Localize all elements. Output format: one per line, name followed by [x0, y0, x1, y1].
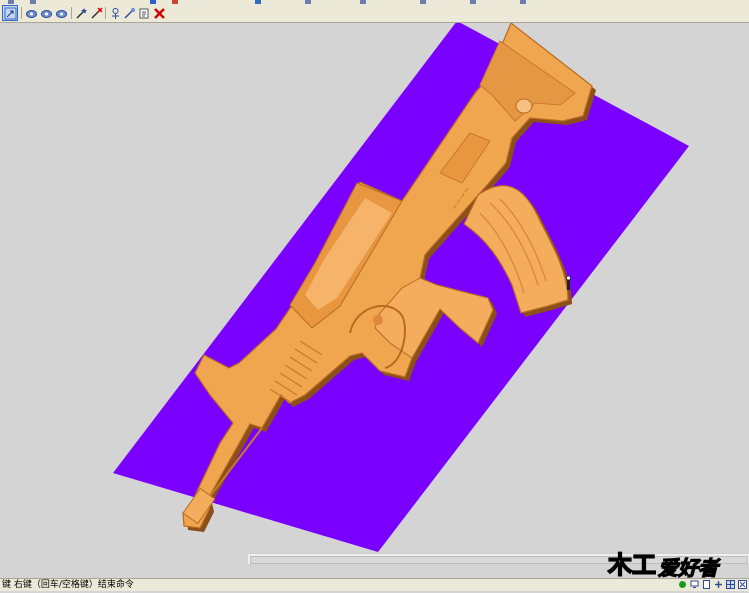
3d-viewport[interactable]: ~~~~ — [0, 23, 749, 553]
view-toolbar — [0, 5, 749, 23]
view-pan-icon[interactable] — [39, 6, 53, 20]
grid-icon[interactable] — [726, 580, 735, 589]
toolbar-tick[interactable] — [520, 0, 526, 4]
fit-icon[interactable] — [738, 580, 747, 589]
toolbar-tick[interactable] — [305, 0, 311, 4]
plus-icon[interactable] — [714, 580, 723, 589]
toolbar-tick[interactable] — [150, 0, 156, 4]
toolbar-tick[interactable] — [8, 0, 14, 4]
wand-icon[interactable] — [74, 6, 88, 20]
green-dot-icon[interactable] — [678, 580, 687, 589]
toolbar-tick[interactable] — [470, 0, 476, 4]
tool-edit-icon[interactable] — [122, 6, 136, 20]
status-message: 键 右键（回车/空格键）结束命令 — [2, 580, 134, 590]
view-rotate-icon[interactable] — [24, 6, 38, 20]
monitor-icon[interactable] — [690, 580, 699, 589]
toolbar-separator — [21, 7, 22, 19]
close-x-icon[interactable] — [152, 6, 166, 20]
select-icon[interactable] — [2, 5, 18, 21]
toolbar-tick[interactable] — [30, 0, 36, 4]
toolbar-tick[interactable] — [172, 0, 178, 4]
tool-path-icon[interactable] — [108, 6, 122, 20]
wand-delete-icon[interactable] — [89, 6, 103, 20]
woodworking-logo: 木工 爱好者 — [606, 545, 734, 581]
cursor-marker-icon — [566, 275, 571, 290]
svg-text:爱好者: 爱好者 — [658, 556, 721, 580]
toolbar-separator — [71, 7, 72, 19]
layer-icon[interactable] — [137, 6, 151, 20]
page-icon[interactable] — [702, 580, 711, 589]
toolbar-tick[interactable] — [420, 0, 426, 4]
toolbar-tick[interactable] — [360, 0, 366, 4]
status-bar: 键 右键（回车/空格键）结束命令 — [0, 578, 749, 591]
svg-text:木工: 木工 — [607, 551, 656, 579]
toolbar-tick[interactable] — [255, 0, 261, 4]
toolbar-separator — [105, 7, 106, 19]
view-zoom-icon[interactable] — [54, 6, 68, 20]
